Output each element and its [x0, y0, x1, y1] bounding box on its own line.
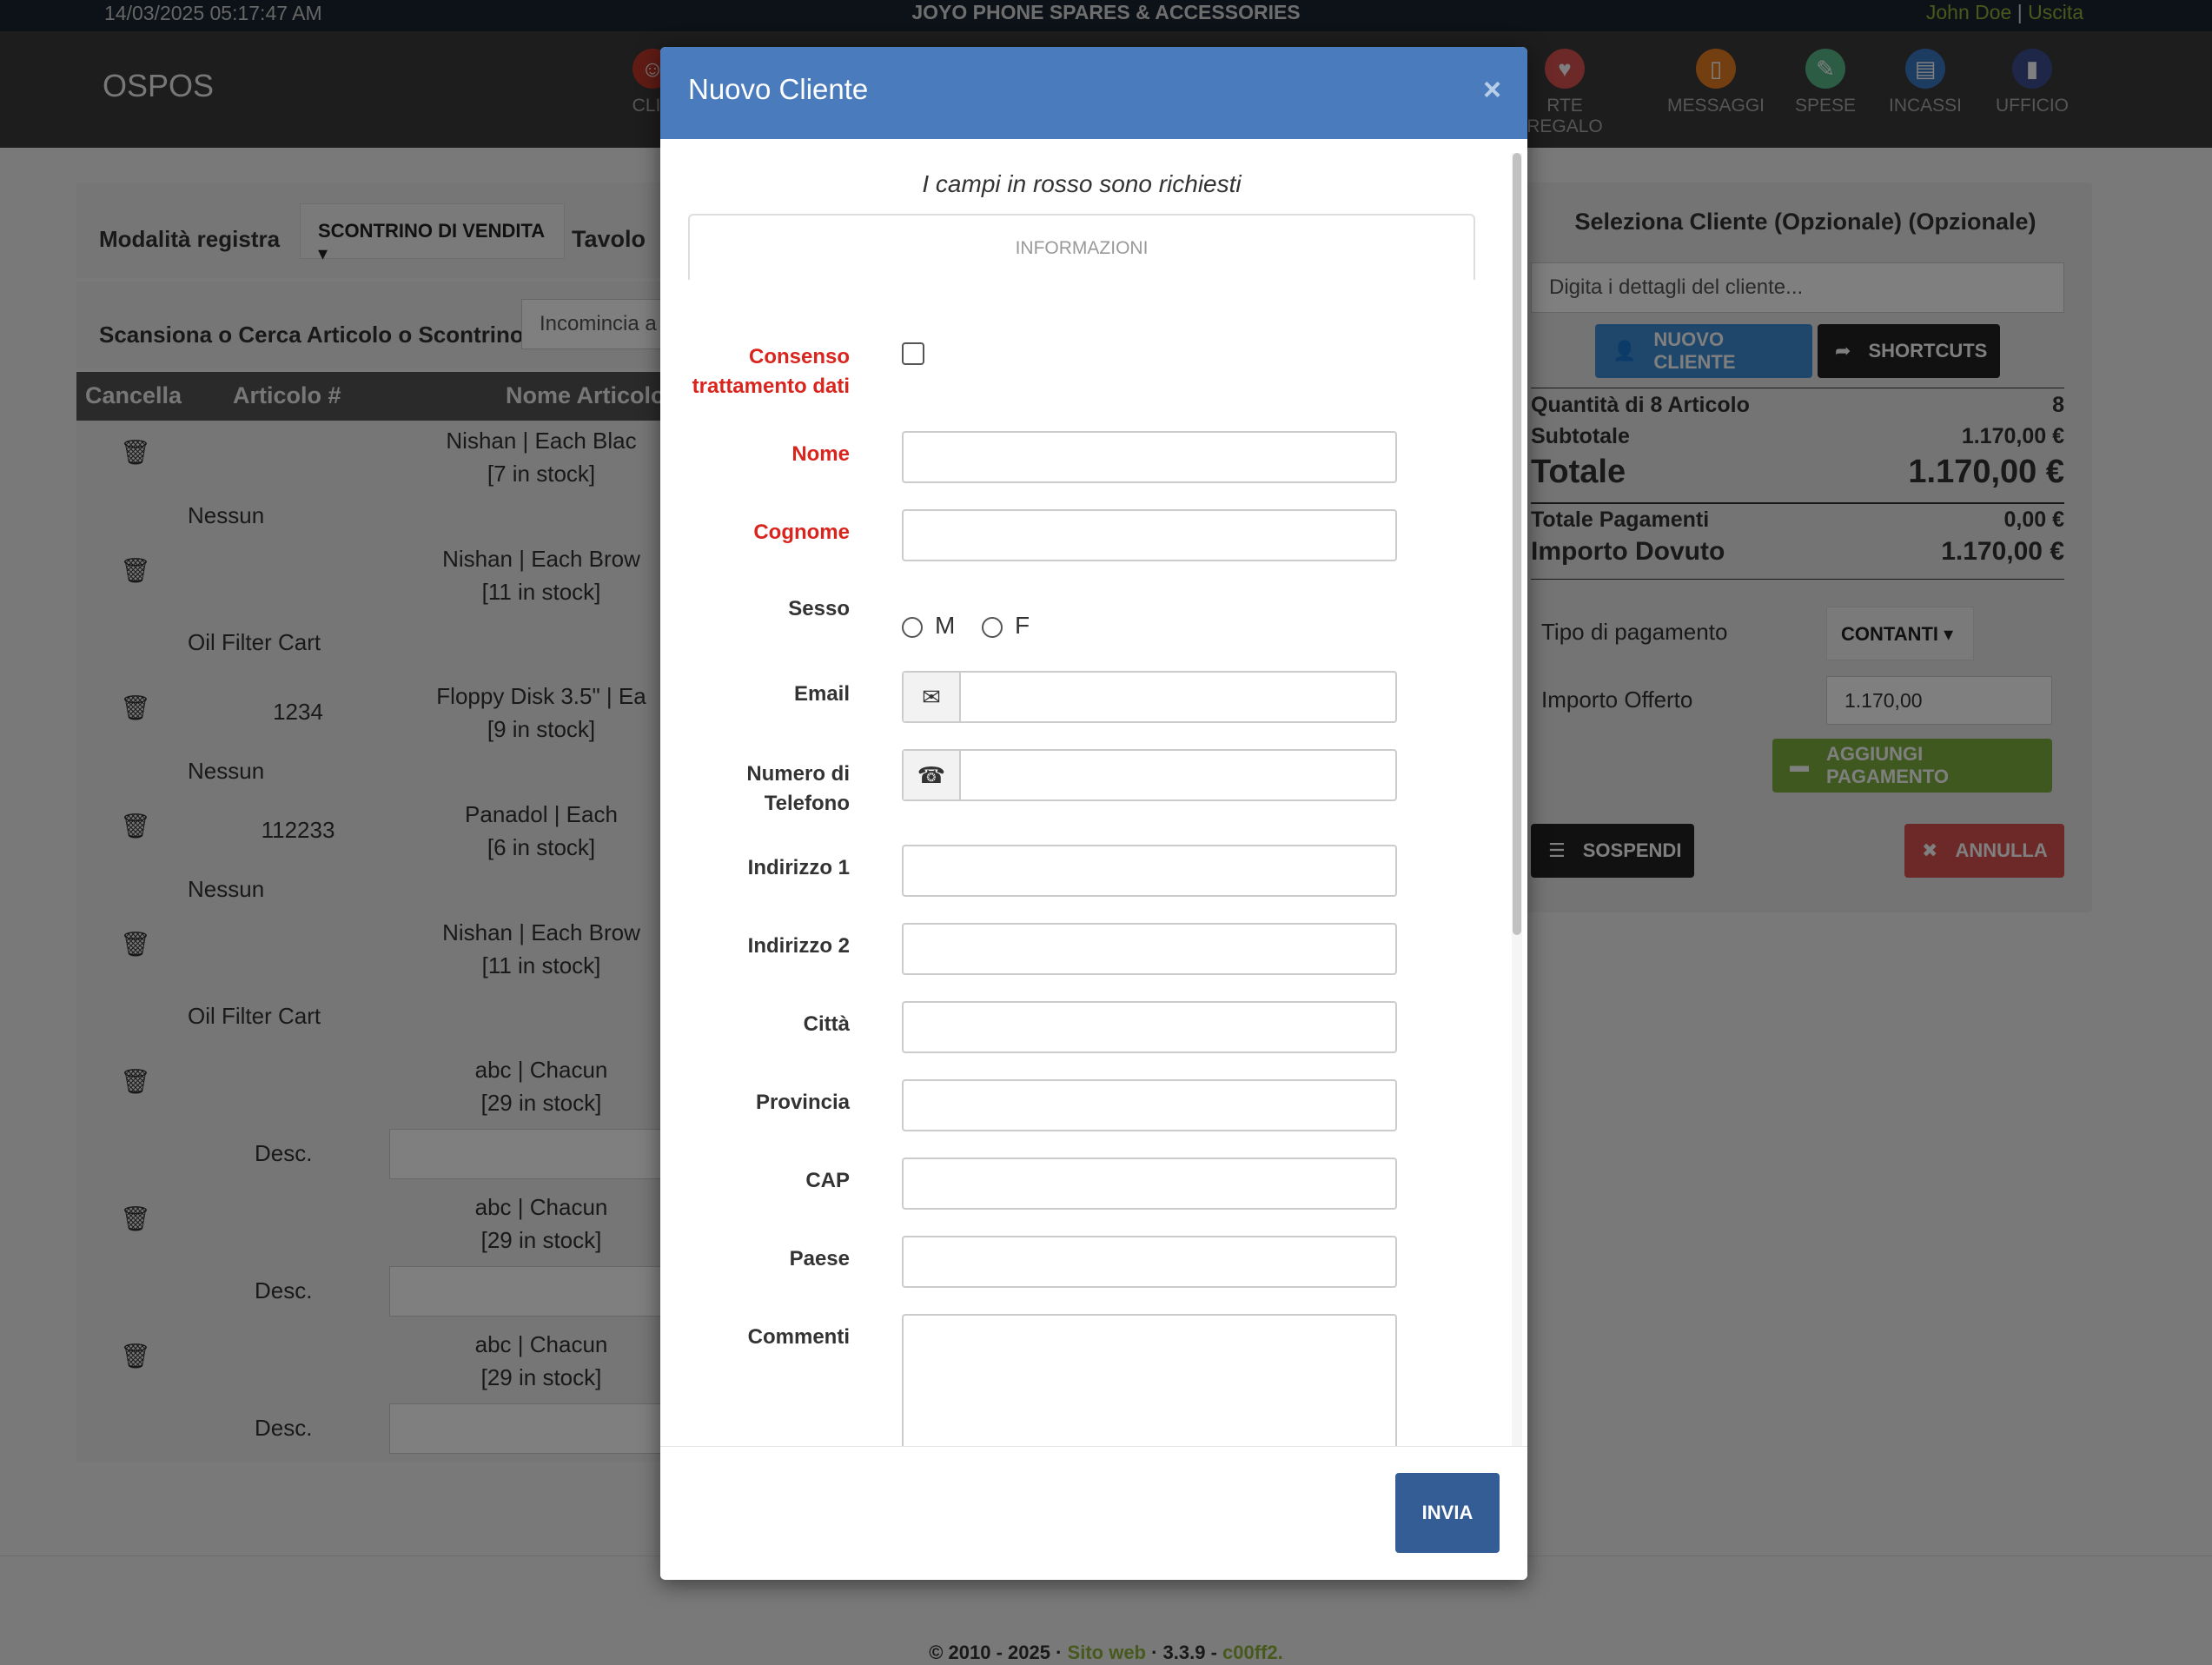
- modal-footer: INVIA: [660, 1446, 1527, 1580]
- envelope-icon: ✉: [904, 673, 961, 721]
- modal-close-button[interactable]: ×: [1483, 71, 1501, 108]
- city-label: Città: [803, 1012, 850, 1036]
- consent-label: Consenso trattamento dati: [692, 345, 850, 398]
- first-name-label: Nome: [791, 442, 850, 466]
- submit-button[interactable]: INVIA: [1395, 1473, 1500, 1553]
- phone-input[interactable]: ☎: [902, 749, 1397, 801]
- gender-m-radio[interactable]: [902, 617, 923, 638]
- phone-label: Numero di Telefono: [746, 762, 850, 815]
- new-customer-modal: Nuovo Cliente × I campi in rosso sono ri…: [660, 47, 1527, 1580]
- gender-f-radio[interactable]: [982, 617, 1003, 638]
- consent-checkbox[interactable]: [902, 342, 924, 365]
- tab-information[interactable]: INFORMAZIONI: [688, 214, 1475, 280]
- modal-title: Nuovo Cliente: [688, 73, 869, 105]
- last-name-label: Cognome: [753, 521, 850, 544]
- address2-label: Indirizzo 2: [747, 934, 850, 958]
- state-label: Provincia: [755, 1091, 850, 1114]
- zip-label: CAP: [805, 1169, 850, 1192]
- gender-m-label: M: [935, 612, 956, 639]
- last-name-input[interactable]: [902, 509, 1397, 561]
- gender-f-label: F: [1015, 612, 1030, 639]
- phone-icon: ☎: [904, 751, 961, 799]
- address1-label: Indirizzo 1: [747, 856, 850, 879]
- comments-label: Commenti: [747, 1325, 850, 1349]
- address2-input[interactable]: [902, 923, 1397, 975]
- city-input[interactable]: [902, 1001, 1397, 1053]
- first-name-input[interactable]: [902, 431, 1397, 483]
- scrollbar-thumb[interactable]: [1513, 153, 1521, 935]
- modal-header: Nuovo Cliente ×: [660, 47, 1527, 139]
- address1-input[interactable]: [902, 845, 1397, 897]
- modal-body: I campi in rosso sono richiesti INFORMAZ…: [660, 139, 1527, 1540]
- required-fields-note: I campi in rosso sono richiesti: [922, 170, 1242, 197]
- state-input[interactable]: [902, 1079, 1397, 1131]
- email-label: Email: [793, 682, 850, 706]
- modal-scrollbar[interactable]: [1512, 153, 1522, 1446]
- country-label: Paese: [789, 1247, 850, 1270]
- gender-label: Sesso: [788, 597, 850, 620]
- email-input[interactable]: ✉: [902, 671, 1397, 723]
- zip-input[interactable]: [902, 1158, 1397, 1210]
- country-input[interactable]: [902, 1236, 1397, 1288]
